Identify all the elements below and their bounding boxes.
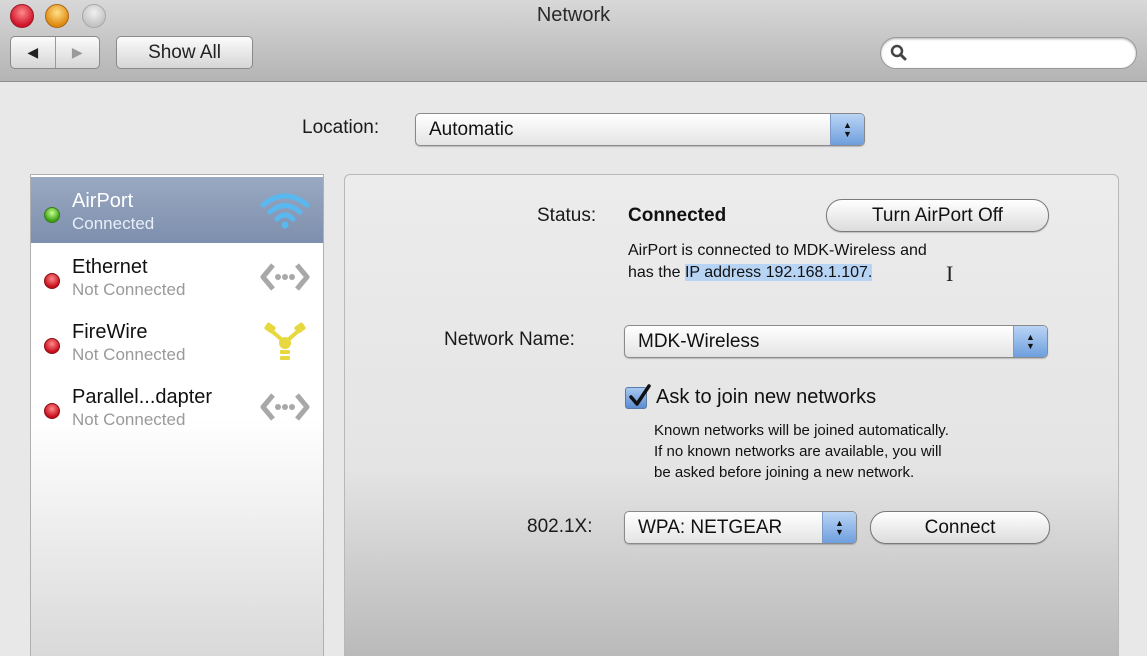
ethernet-icon [260, 393, 310, 421]
search-input[interactable] [913, 41, 1128, 65]
status-indicator-red [44, 273, 60, 289]
help-line: Known networks will be joined automatica… [654, 422, 949, 439]
connect-button[interactable]: Connect [870, 511, 1050, 544]
status-indicator-green [44, 207, 60, 223]
status-description-line1: AirPort is connected to MDK-Wireless and [628, 242, 927, 259]
dot1x-label: 802.1X: [527, 516, 593, 537]
show-all-button[interactable]: Show All [116, 36, 253, 69]
down-arrow-icon: ▼ [835, 526, 844, 537]
text-cursor-icon: I [946, 261, 954, 286]
location-popup[interactable]: Automatic ▲ ▼ [415, 113, 865, 146]
popup-arrows-icon: ▲ ▼ [1013, 326, 1047, 357]
service-status: Connected [72, 214, 155, 233]
search-icon [890, 44, 907, 61]
forward-button[interactable]: ▶ [56, 37, 100, 68]
service-name: FireWire [72, 321, 148, 343]
status-value: Connected [628, 205, 727, 226]
service-status: Not Connected [72, 280, 186, 299]
network-name-popup[interactable]: MDK-Wireless ▲ ▼ [624, 325, 1048, 358]
ask-to-join-label[interactable]: Ask to join new networks [656, 386, 876, 409]
down-arrow-icon: ▼ [1026, 340, 1035, 351]
down-arrow-icon: ▼ [843, 128, 852, 139]
search-field[interactable] [880, 37, 1137, 69]
help-line: If no known networks are available, you … [654, 443, 942, 460]
status-indicator-red [44, 403, 60, 419]
dot1x-popup[interactable]: WPA: NETGEAR ▲ ▼ [624, 511, 857, 544]
status-description: AirPort is connected to MDK-Wireless and… [628, 240, 927, 284]
window-toolbar: Network ◀ ▶ Show All [0, 0, 1147, 82]
service-status: Not Connected [72, 410, 186, 429]
location-value: Automatic [429, 118, 514, 140]
service-item-parallels-adapter[interactable]: Parallel...dapter Not Connected [31, 373, 323, 439]
service-name: AirPort [72, 190, 134, 212]
service-list: AirPort Connected Ethernet Not Connected… [30, 174, 324, 656]
popup-arrows-icon: ▲ ▼ [830, 114, 864, 145]
description-text: has the [628, 264, 685, 281]
back-button[interactable]: ◀ [11, 37, 56, 68]
service-name: Ethernet [72, 256, 148, 278]
service-item-firewire[interactable]: FireWire Not Connected [31, 308, 323, 374]
network-name-label: Network Name: [444, 329, 575, 350]
turn-airport-off-button[interactable]: Turn AirPort Off [826, 199, 1049, 232]
window-title: Network [536, 4, 611, 26]
status-indicator-red [44, 338, 60, 354]
checkmark-icon [629, 384, 651, 406]
service-item-ethernet[interactable]: Ethernet Not Connected [31, 243, 323, 309]
network-name-value: MDK-Wireless [638, 330, 760, 352]
help-line: be asked before joining a new network. [654, 464, 915, 481]
selected-text: IP address 192.168.1.107. [684, 264, 873, 281]
service-status: Not Connected [72, 345, 186, 364]
location-label: Location: [302, 117, 380, 138]
status-description-line2: has the IP address 192.168.1.107. [628, 262, 927, 284]
service-name: Parallel...dapter [72, 386, 213, 408]
popup-arrows-icon: ▲ ▼ [822, 512, 856, 543]
firewire-icon [264, 322, 306, 360]
service-item-airport[interactable]: AirPort Connected [31, 177, 323, 243]
forward-arrow-icon: ▶ [71, 44, 83, 60]
status-label: Status: [537, 205, 597, 226]
back-arrow-icon: ◀ [27, 44, 39, 60]
ask-to-join-help: Known networks will be joined automatica… [654, 420, 949, 483]
dot1x-value: WPA: NETGEAR [638, 516, 783, 538]
ask-to-join-checkbox[interactable] [625, 384, 651, 409]
navigation-buttons: ◀ ▶ [10, 36, 100, 69]
wifi-icon [260, 193, 310, 229]
ethernet-icon [260, 263, 310, 291]
